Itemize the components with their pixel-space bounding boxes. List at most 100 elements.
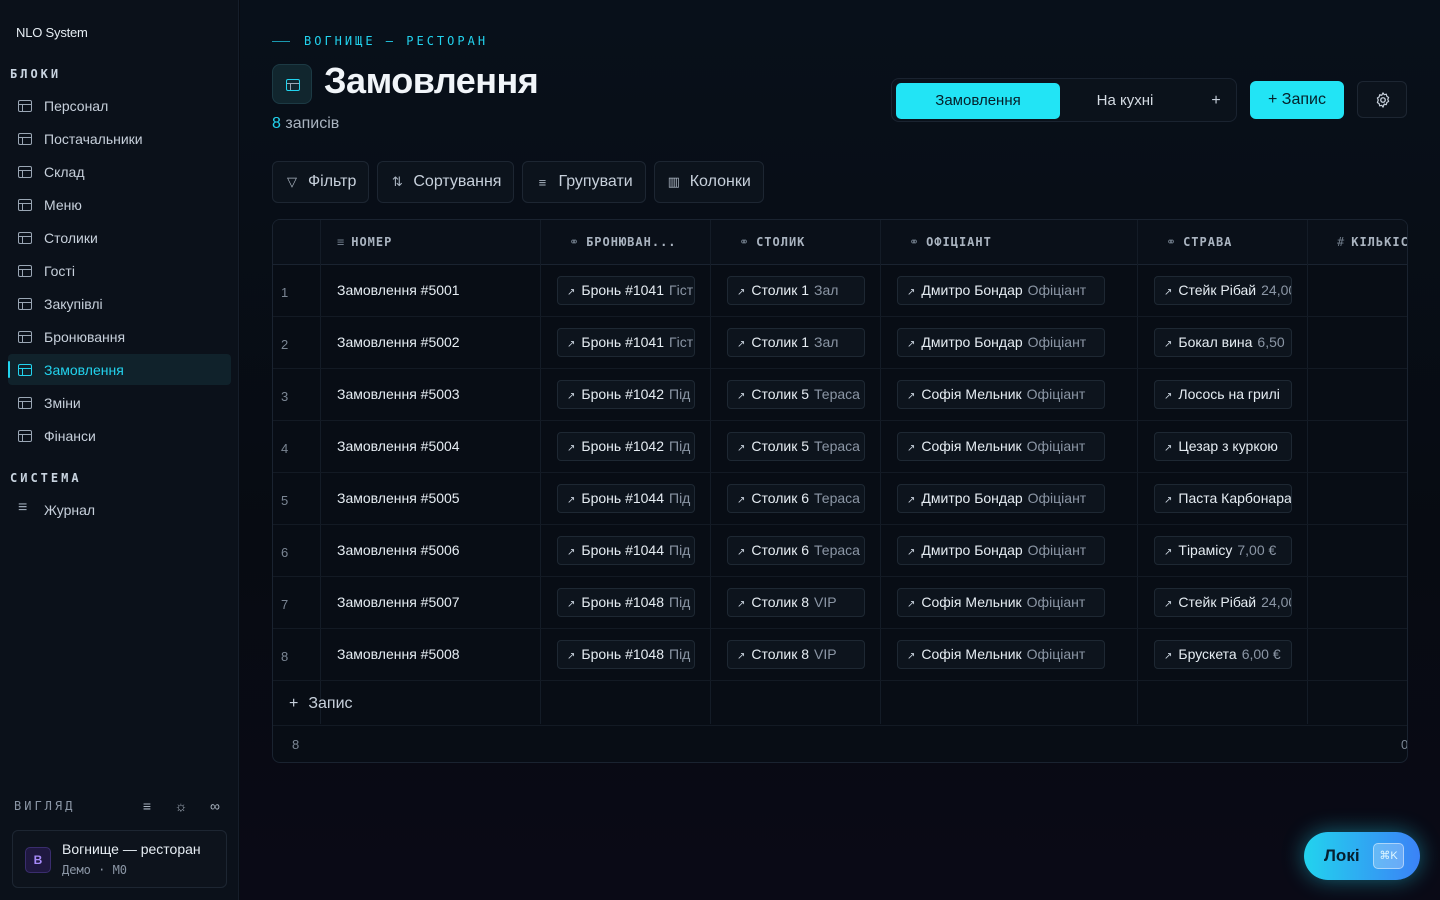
- booking-link-chip[interactable]: ↗ Бронь #1048 Під: [557, 640, 695, 669]
- booking-link-chip[interactable]: ↗ Бронь #1048 Під: [557, 588, 695, 617]
- chip-sublabel: Тераса: [814, 542, 860, 558]
- sidebar-item[interactable]: Бронювання: [8, 321, 231, 352]
- dish-link-chip[interactable]: ↗ Брускета 6,00 €: [1154, 640, 1292, 669]
- chip-sublabel: Тераса: [814, 490, 860, 506]
- waiter-link-chip[interactable]: ↗ Дмитро Бондар Офіціант: [897, 536, 1105, 565]
- sidebar-item[interactable]: Постачальники: [8, 123, 231, 154]
- table-row[interactable]: 7 Замовлення #5007 ↗ Бронь #1048 Під ↗ Столик …: [273, 577, 1407, 629]
- arrow-up-right-icon: ↗: [1164, 391, 1173, 402]
- booking-link-chip[interactable]: ↗ Бронь #1041 Гість: [557, 276, 695, 305]
- waiter-link-chip[interactable]: ↗ Софія Мельник Офіціант: [897, 640, 1105, 669]
- arrow-up-right-icon: ↗: [907, 651, 916, 662]
- booking-link-chip[interactable]: ↗ Бронь #1042 Під: [557, 432, 695, 461]
- sidebar-item[interactable]: Гості: [8, 255, 231, 286]
- table-row[interactable]: 6 Замовлення #5006 ↗ Бронь #1044 Під ↗ Столик …: [273, 525, 1407, 577]
- table-link-chip[interactable]: ↗ Столик 8 VIP: [727, 640, 865, 669]
- sidebar-item[interactable]: Склад: [8, 156, 231, 187]
- columns-button[interactable]: ▥ Колонки: [653, 161, 764, 203]
- assistant-button[interactable]: Локі ⌘K: [1304, 832, 1420, 880]
- table-icon: [18, 198, 32, 211]
- sidebar-item[interactable]: Меню: [8, 189, 231, 220]
- chip-label: Дмитро Бондар: [921, 542, 1023, 558]
- view-settings: ВИГЛЯД ≡ ☼ ∞: [14, 798, 226, 814]
- dish-link-chip[interactable]: ↗ Стейк Рібай24,00 €: [1154, 276, 1292, 305]
- booking-link-chip[interactable]: ↗ Бронь #1041 Гість: [557, 328, 695, 357]
- filter-button[interactable]: ▽ Фільтр: [272, 161, 370, 203]
- booking-link-chip[interactable]: ↗ Бронь #1044 Під: [557, 536, 695, 565]
- brand-logo[interactable]: NLO System: [16, 25, 88, 40]
- sidebar-item[interactable]: Зміни: [8, 387, 231, 418]
- chip-label: Софія Мельник: [921, 438, 1022, 454]
- column-header-waiter[interactable]: ⚭ ОФІЦІАНТ: [909, 220, 1129, 265]
- column-header-quantity[interactable]: # КІЛЬКІС: [1337, 220, 1407, 265]
- table-link-chip[interactable]: ↗ Столик 5 Тераса: [727, 380, 865, 409]
- table-row[interactable]: 2 Замовлення #5002 ↗ Бронь #1041 Гість ↗ Столи…: [273, 317, 1407, 369]
- table-link-chip[interactable]: ↗ Столик 1 Зал: [727, 328, 865, 357]
- order-number-cell[interactable]: Замовлення #5002: [337, 317, 537, 369]
- dish-link-chip[interactable]: ↗ Бокал вина 6,50: [1154, 328, 1292, 357]
- order-number-cell[interactable]: Замовлення #5008: [337, 629, 537, 681]
- chip-sublabel: Під: [669, 438, 691, 454]
- table-row[interactable]: 1 Замовлення #5001 ↗ Бронь #1041 Гість ↗ Столи…: [273, 265, 1407, 317]
- waiter-link-chip[interactable]: ↗ Софія Мельник Офіціант: [897, 588, 1105, 617]
- chip-label: Бронь #1048: [581, 594, 664, 610]
- waiter-link-chip[interactable]: ↗ Софія Мельник Офіціант: [897, 432, 1105, 461]
- dish-link-chip[interactable]: ↗ Цезар з куркою: [1154, 432, 1292, 461]
- column-header-number[interactable]: ≡ НОМЕР: [337, 220, 537, 265]
- booking-link-chip[interactable]: ↗ Бронь #1044 Під: [557, 484, 695, 513]
- table-row[interactable]: 4 Замовлення #5004 ↗ Бронь #1042 Під ↗ Столик …: [273, 421, 1407, 473]
- waiter-link-chip[interactable]: ↗ Дмитро Бондар Офіціант: [897, 484, 1105, 513]
- dish-link-chip[interactable]: ↗ Лосось на грилі: [1154, 380, 1292, 409]
- link-icon: ⚭: [569, 235, 581, 249]
- sidebar-item[interactable]: Персонал: [8, 90, 231, 121]
- waiter-link-chip[interactable]: ↗ Дмитро Бондар Офіціант: [897, 328, 1105, 357]
- dish-link-chip[interactable]: ↗ Тірамісу 7,00 €: [1154, 536, 1292, 565]
- sidebar-item-journal[interactable]: Журнал: [8, 494, 231, 525]
- add-record-button[interactable]: + Запис: [1250, 81, 1344, 119]
- group-button[interactable]: ≡ Групувати: [522, 161, 646, 203]
- waiter-link-chip[interactable]: ↗ Дмитро Бондар Офіціант: [897, 276, 1105, 305]
- dish-link-chip[interactable]: ↗ Паста Карбонара: [1154, 484, 1292, 513]
- sidebar-item[interactable]: Фінанси: [8, 420, 231, 451]
- sidebar-item-label: Бронювання: [44, 328, 126, 345]
- column-header-booking[interactable]: ⚭ БРОНЮВАН...: [569, 220, 699, 265]
- column-header-table[interactable]: ⚭ СТОЛИК: [739, 220, 879, 265]
- sidebar-item[interactable]: Столики: [8, 222, 231, 253]
- add-view-button[interactable]: +: [1200, 83, 1232, 119]
- table-row[interactable]: 5 Замовлення #5005 ↗ Бронь #1044 Під ↗ Столик …: [273, 473, 1407, 525]
- sidebar-item[interactable]: Закупівлі: [8, 288, 231, 319]
- booking-link-chip[interactable]: ↗ Бронь #1042 Під: [557, 380, 695, 409]
- chip-sublabel: Офіціант: [1027, 542, 1087, 558]
- order-number-cell[interactable]: Замовлення #5001: [337, 265, 537, 317]
- sidebar-item-label: Фінанси: [44, 427, 96, 444]
- order-number-cell[interactable]: Замовлення #5003: [337, 369, 537, 421]
- sort-button[interactable]: ⇅ Сортування: [377, 161, 515, 203]
- density-icon[interactable]: ≡: [136, 798, 158, 814]
- dish-link-chip[interactable]: ↗ Стейк Рібай24,00 €: [1154, 588, 1292, 617]
- table-link-chip[interactable]: ↗ Столик 8 VIP: [727, 588, 865, 617]
- order-number-cell[interactable]: Замовлення #5007: [337, 577, 537, 629]
- order-number-cell[interactable]: Замовлення #5006: [337, 525, 537, 577]
- table-link-chip[interactable]: ↗ Столик 5 Тераса: [727, 432, 865, 461]
- tab-orders[interactable]: Замовлення: [896, 83, 1060, 119]
- table-row[interactable]: 3 Замовлення #5003 ↗ Бронь #1042 Під ↗ Столик …: [273, 369, 1407, 421]
- sidebar-item-label: Журнал: [44, 501, 96, 518]
- table-row[interactable]: 8 Замовлення #5008 ↗ Бронь #1048 Під ↗ Столик …: [273, 629, 1407, 681]
- sun-icon[interactable]: ☼: [170, 798, 192, 814]
- workspace-switcher[interactable]: В Вогнище — ресторан Демо · M0: [12, 830, 227, 888]
- order-number-cell[interactable]: Замовлення #5004: [337, 421, 537, 473]
- waiter-link-chip[interactable]: ↗ Софія Мельник Офіціант: [897, 380, 1105, 409]
- table-link-chip[interactable]: ↗ Столик 6 Тераса: [727, 484, 865, 513]
- glasses-icon[interactable]: ∞: [204, 798, 226, 814]
- table-toolbar: ▽ Фільтр ⇅ Сортування ≡ Групувати ▥ Коло…: [272, 161, 772, 203]
- add-row-button[interactable]: + Запис: [273, 681, 1407, 726]
- table-link-chip[interactable]: ↗ Столик 1 Зал: [727, 276, 865, 305]
- order-number-cell[interactable]: Замовлення #5005: [337, 473, 537, 525]
- breadcrumb-text[interactable]: ВОГНИЩЕ — РЕСТОРАН: [304, 34, 488, 48]
- settings-button[interactable]: [1357, 81, 1407, 118]
- sidebar-item-label: Замовлення: [44, 361, 124, 378]
- tab-kitchen[interactable]: На кухні: [1070, 83, 1180, 119]
- column-header-dish[interactable]: ⚭ СТРАВА: [1166, 220, 1306, 265]
- sidebar-item[interactable]: Замовлення: [8, 354, 231, 385]
- table-link-chip[interactable]: ↗ Столик 6 Тераса: [727, 536, 865, 565]
